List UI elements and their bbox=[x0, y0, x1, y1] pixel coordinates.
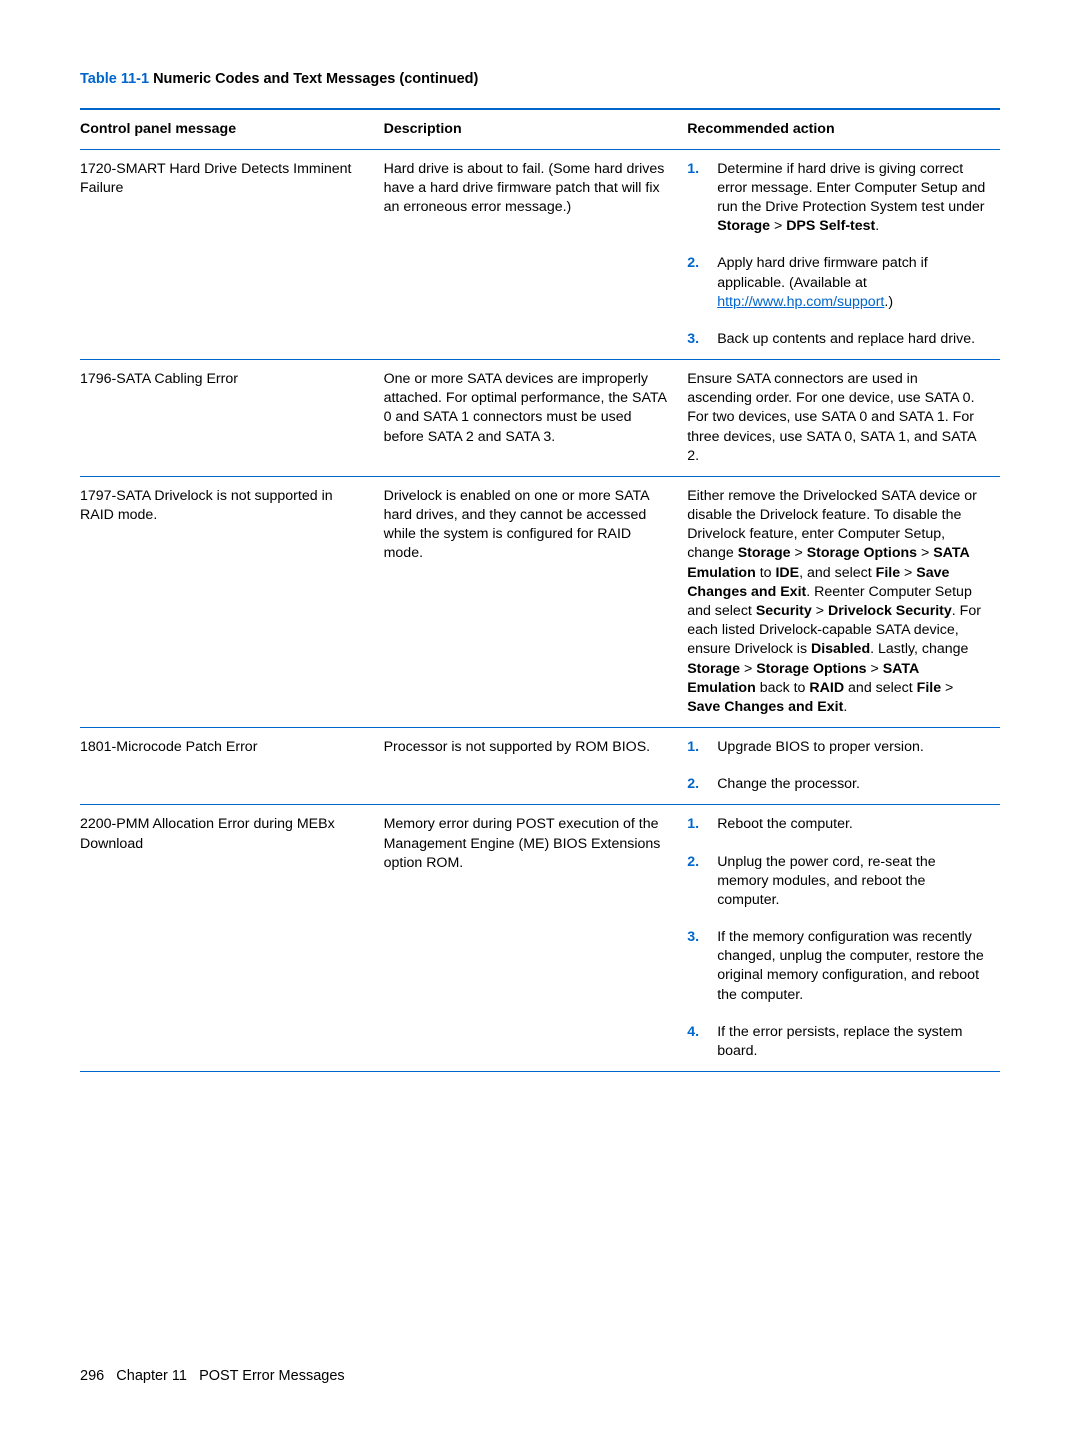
action-text: If the error persists, replace the syste… bbox=[717, 1023, 986, 1061]
action-number: 2. bbox=[687, 775, 703, 794]
table-row: 1801-Microcode Patch ErrorProcessor is n… bbox=[80, 728, 1000, 805]
cell-message: 1796-SATA Cabling Error bbox=[80, 360, 384, 477]
action-number: 2. bbox=[687, 254, 703, 312]
action-list: 1. Reboot the computer. 2.Unplug the power… bbox=[687, 815, 986, 1061]
col-header-recommended: Recommended action bbox=[687, 109, 1000, 150]
cell-message: 2200-PMM Allocation Error during MEBx Do… bbox=[80, 805, 384, 1072]
cell-description: Processor is not supported by ROM BIOS. bbox=[384, 728, 688, 805]
table-row: 2200-PMM Allocation Error during MEBx Do… bbox=[80, 805, 1000, 1072]
action-text: Apply hard drive firmware patch if appli… bbox=[717, 254, 986, 312]
cell-description: Hard drive is about to fail. (Some hard … bbox=[384, 149, 688, 359]
action-list: 1. Upgrade BIOS to proper version. 2. Chang… bbox=[687, 738, 986, 794]
action-number: 2. bbox=[687, 853, 703, 911]
cell-message: 1797-SATA Drivelock is not supported in … bbox=[80, 476, 384, 727]
action-item: 1. Reboot the computer. bbox=[687, 815, 986, 834]
cell-description: Drivelock is enabled on one or more SATA… bbox=[384, 476, 688, 727]
action-text: Reboot the computer. bbox=[717, 815, 986, 834]
action-item: 1. Upgrade BIOS to proper version. bbox=[687, 738, 986, 757]
action-number: 1. bbox=[687, 160, 703, 237]
action-number: 1. bbox=[687, 815, 703, 834]
page-footer: 296 Chapter 11 POST Error Messages bbox=[80, 1367, 345, 1387]
cell-message: 1720-SMART Hard Drive Detects Imminent F… bbox=[80, 149, 384, 359]
table-number: Table 11-1 bbox=[80, 71, 149, 87]
cell-message: 1801-Microcode Patch Error bbox=[80, 728, 384, 805]
action-text: Upgrade BIOS to proper version. bbox=[717, 738, 986, 757]
action-item: 2.Apply hard drive firmware patch if app… bbox=[687, 254, 986, 312]
action-list: 1.Determine if hard drive is giving corr… bbox=[687, 160, 986, 349]
action-number: 3. bbox=[687, 330, 703, 349]
action-number: 3. bbox=[687, 928, 703, 1005]
action-item: 2.Unplug the power cord, re-seat the mem… bbox=[687, 853, 986, 911]
page-number: 296 bbox=[80, 1368, 104, 1384]
action-item: 3. Back up contents and replace hard driv… bbox=[687, 330, 986, 349]
cell-recommended: Either remove the Drivelocked SATA devic… bbox=[687, 476, 1000, 727]
col-header-message: Control panel message bbox=[80, 109, 384, 150]
cell-recommended: 1. Upgrade BIOS to proper version. 2. Chang… bbox=[687, 728, 1000, 805]
cell-description: Memory error during POST execution of th… bbox=[384, 805, 688, 1072]
table-title-text: Numeric Codes and Text Messages (continu… bbox=[149, 71, 478, 87]
table-row: 1796-SATA Cabling ErrorOne or more SATA … bbox=[80, 360, 1000, 477]
action-text: If the memory configuration was recently… bbox=[717, 928, 986, 1005]
cell-recommended: Ensure SATA connectors are used in ascen… bbox=[687, 360, 1000, 477]
col-header-description: Description bbox=[384, 109, 688, 150]
chapter-title: POST Error Messages bbox=[199, 1368, 345, 1384]
action-text: Determine if hard drive is giving correc… bbox=[717, 160, 986, 237]
cell-recommended: 1.Determine if hard drive is giving corr… bbox=[687, 149, 1000, 359]
action-item: 2. Change the processor. bbox=[687, 775, 986, 794]
cell-description: One or more SATA devices are improperly … bbox=[384, 360, 688, 477]
action-item: 1.Determine if hard drive is giving corr… bbox=[687, 160, 986, 237]
action-text: Change the processor. bbox=[717, 775, 986, 794]
action-number: 4. bbox=[687, 1023, 703, 1061]
cell-recommended: 1. Reboot the computer. 2.Unplug the power… bbox=[687, 805, 1000, 1072]
action-item: 3.If the memory configuration was recent… bbox=[687, 928, 986, 1005]
chapter-label: Chapter 11 bbox=[116, 1368, 187, 1384]
action-text: Back up contents and replace hard drive. bbox=[717, 330, 986, 349]
action-number: 1. bbox=[687, 738, 703, 757]
action-text: Unplug the power cord, re-seat the memor… bbox=[717, 853, 986, 911]
error-table: Control panel message Description Recomm… bbox=[80, 108, 1000, 1073]
action-item: 4. If the error persists, replace the sys… bbox=[687, 1023, 986, 1061]
table-row: 1797-SATA Drivelock is not supported in … bbox=[80, 476, 1000, 727]
table-row: 1720-SMART Hard Drive Detects Imminent F… bbox=[80, 149, 1000, 359]
table-title: Table 11-1 Numeric Codes and Text Messag… bbox=[80, 70, 1000, 90]
